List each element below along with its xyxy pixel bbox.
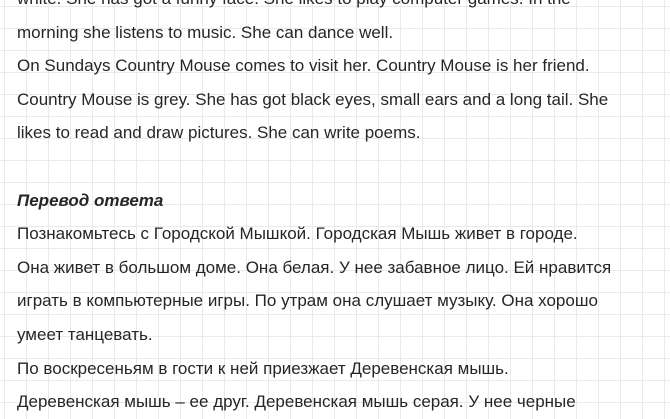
russian-text-line: По воскресеньям в гости к ней приезжает … xyxy=(17,358,509,378)
english-text-line: white. She has got a funny face. She lik… xyxy=(17,0,667,16)
translation-heading: Перевод ответа xyxy=(17,190,164,210)
russian-text-line: играть в компьютерные игры. По утрам она… xyxy=(17,291,598,311)
russian-text-line: Познакомьтесь с Городской Мышкой. Городс… xyxy=(17,224,578,244)
document-page: white. She has got a funny face. She lik… xyxy=(17,0,667,419)
english-text-line: On Sundays Country Mouse comes to visit … xyxy=(17,56,590,76)
russian-text-line: Деревенская мышь – ее друг. Деревенская … xyxy=(17,392,576,412)
english-text-line: Country Mouse is grey. She has got black… xyxy=(17,89,609,109)
russian-text-line: Она живет в большом доме. Она белая. У н… xyxy=(17,257,612,277)
english-text-line: morning she listens to music. She can da… xyxy=(17,22,394,42)
russian-text-line: умеет танцевать. xyxy=(17,324,153,344)
english-text-line: likes to read and draw pictures. She can… xyxy=(17,123,421,143)
